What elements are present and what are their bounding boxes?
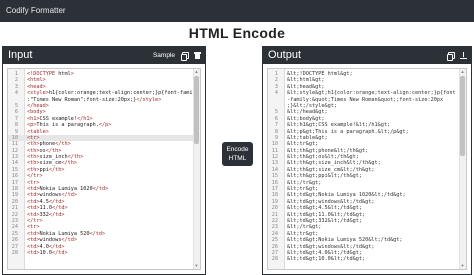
encode-button-line1: Encode xyxy=(226,146,249,153)
output-panel-label: Output xyxy=(268,49,302,61)
code-line: 28 &lt;td&gt;10.0&lt;/td&gt; xyxy=(268,256,459,262)
code-line: 28 <td>10.0</td> xyxy=(8,250,193,256)
app-title-bar: Codify Formatter xyxy=(0,0,474,22)
output-panel: Output 1 &lt;!DOCTYPE html&gt; 2 &lt;html&g… xyxy=(262,46,472,275)
input-scrollbar[interactable]: ▲ ▼ xyxy=(193,69,200,269)
output-scroll-thumb[interactable] xyxy=(460,76,465,156)
input-panel-label: Input xyxy=(8,49,33,61)
output-scrollbar[interactable]: ▲ ▼ xyxy=(459,69,466,269)
output-code-lines[interactable]: 1 &lt;!DOCTYPE html&gt; 2 &lt;html&gt; 3 &lt;… xyxy=(268,71,459,263)
input-panel-header: Input Sample xyxy=(3,47,205,64)
input-scroll-thumb[interactable] xyxy=(194,76,199,144)
app-title: Codify Formatter xyxy=(6,6,66,15)
download-icon[interactable] xyxy=(460,52,467,59)
page-title: HTML Encode xyxy=(188,25,286,41)
trash-icon[interactable] xyxy=(194,52,201,59)
line-number: 28 xyxy=(271,256,278,263)
scroll-down-icon[interactable]: ▼ xyxy=(194,263,199,268)
line-code: <td>10.0</td> xyxy=(27,249,68,256)
input-editor[interactable]: 1 <!DOCTYPE html> 2 <html> 3 <head> 4 <style>h1… xyxy=(7,68,201,270)
input-panel: Input Sample 1 <!DOCTYPE html> 2 <html> 3 <he… xyxy=(2,46,206,275)
output-panel-header: Output xyxy=(263,47,471,64)
scroll-up-icon[interactable]: ▲ xyxy=(194,69,199,74)
copy-icon[interactable] xyxy=(181,52,189,61)
encode-html-button[interactable]: Encode HTML xyxy=(222,142,253,166)
scroll-down-icon[interactable]: ▼ xyxy=(460,263,465,268)
copy-icon[interactable] xyxy=(447,52,455,61)
line-code: &lt;td&gt;10.0&lt;/td&gt; xyxy=(287,256,366,263)
sample-button[interactable]: Sample xyxy=(153,47,175,64)
input-toolbar: Sample xyxy=(153,47,201,64)
input-code-lines[interactable]: 1 <!DOCTYPE html> 2 <html> 3 <head> 4 <style>h1… xyxy=(8,71,193,256)
encode-button-line2: HTML xyxy=(228,155,247,162)
output-editor[interactable]: 1 &lt;!DOCTYPE html&gt; 2 &lt;html&gt; 3 &lt;… xyxy=(267,68,467,270)
output-toolbar xyxy=(447,47,467,64)
line-number: 28 xyxy=(11,249,18,256)
scroll-up-icon[interactable]: ▲ xyxy=(460,69,465,74)
